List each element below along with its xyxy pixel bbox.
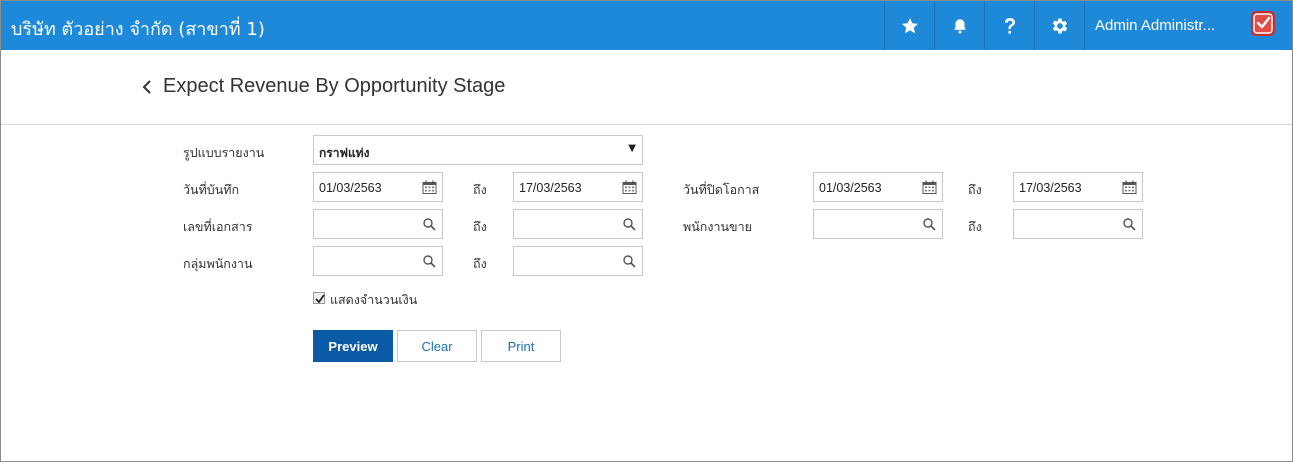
top-bar: บริษัท ตัวอย่าง จำกัด (สาขาที่ 1) Admin … <box>1 1 1292 50</box>
salesperson-label: พนักงานขาย <box>683 219 752 234</box>
to-label: ถึง <box>968 182 982 197</box>
doc-no-to-input[interactable] <box>513 209 643 239</box>
dropdown-caret-icon: ▼ <box>628 143 636 154</box>
search-icon[interactable] <box>1122 217 1137 232</box>
to-label: ถึง <box>968 219 982 234</box>
search-icon[interactable] <box>422 254 437 269</box>
close-date-from-value: 01/03/2563 <box>819 181 882 195</box>
employee-group-label: กลุ่มพนักงาน <box>183 256 253 271</box>
bell-icon <box>953 18 966 33</box>
page-header: Expect Revenue By Opportunity Stage <box>1 50 1292 125</box>
report-format-select[interactable]: กราฟแท่ง ▼ <box>313 135 643 165</box>
close-date-to-input[interactable]: 17/03/2563 <box>1013 172 1143 202</box>
calendar-icon[interactable] <box>922 180 937 195</box>
clear-button[interactable]: Clear <box>397 330 477 362</box>
gear-icon <box>1052 18 1067 33</box>
calendar-icon[interactable] <box>422 180 437 195</box>
close-date-from-input[interactable]: 01/03/2563 <box>813 172 943 202</box>
print-button[interactable]: Print <box>481 330 561 362</box>
show-amount-checkbox[interactable] <box>313 292 325 304</box>
preview-button[interactable]: Preview <box>313 330 393 362</box>
to-label: ถึง <box>473 256 487 271</box>
salesperson-to-input[interactable] <box>1013 209 1143 239</box>
record-date-to-value: 17/03/2563 <box>519 181 582 195</box>
shield-check-icon <box>1251 11 1275 36</box>
help-button[interactable] <box>984 1 1034 50</box>
notifications-button[interactable] <box>934 1 984 50</box>
search-icon[interactable] <box>622 254 637 269</box>
company-name[interactable]: บริษัท ตัวอย่าง จำกัด (สาขาที่ 1) <box>11 14 265 43</box>
user-menu[interactable]: Admin Administr... <box>1084 1 1292 50</box>
salesperson-from-input[interactable] <box>813 209 943 239</box>
page-title: Expect Revenue By Opportunity Stage <box>163 75 506 97</box>
employee-group-from-input[interactable] <box>313 246 443 276</box>
close-date-label: วันที่ปิดโอกาส <box>683 182 760 197</box>
to-label: ถึง <box>473 182 487 197</box>
report-format-label: รูปแบบรายงาน <box>183 145 265 160</box>
doc-no-from-input[interactable] <box>313 209 443 239</box>
show-amount-label: แสดงจำนวนเงิน <box>330 292 418 307</box>
record-date-to-input[interactable]: 17/03/2563 <box>513 172 643 202</box>
help-icon <box>1004 17 1015 34</box>
doc-no-label: เลขที่เอกสาร <box>183 219 253 234</box>
star-icon <box>901 17 918 33</box>
search-icon[interactable] <box>922 217 937 232</box>
report-format-value: กราฟแท่ง <box>319 146 370 160</box>
calendar-icon[interactable] <box>622 180 637 195</box>
to-label: ถึง <box>473 219 487 234</box>
search-icon[interactable] <box>422 217 437 232</box>
record-date-from-value: 01/03/2563 <box>319 181 382 195</box>
checkmark-icon <box>315 294 325 304</box>
settings-button[interactable] <box>1034 1 1084 50</box>
employee-group-to-input[interactable] <box>513 246 643 276</box>
search-icon[interactable] <box>622 217 637 232</box>
calendar-icon[interactable] <box>1122 180 1137 195</box>
chevron-left-icon[interactable] <box>141 78 155 96</box>
record-date-from-input[interactable]: 01/03/2563 <box>313 172 443 202</box>
favorites-button[interactable] <box>884 1 934 50</box>
close-date-to-value: 17/03/2563 <box>1019 181 1082 195</box>
record-date-label: วันที่บันทึก <box>183 182 240 197</box>
user-name: Admin Administr... <box>1095 17 1216 34</box>
